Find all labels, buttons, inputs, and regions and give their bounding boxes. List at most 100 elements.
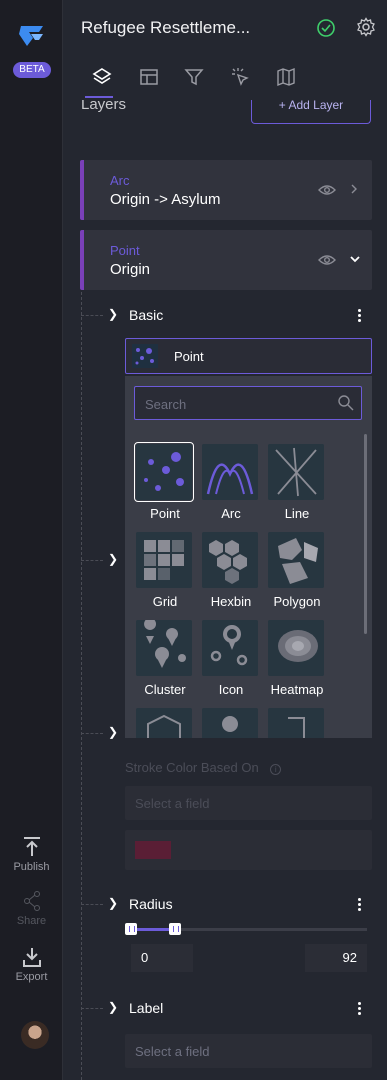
tile-label: Arc xyxy=(221,506,241,521)
radius-slider-min-handle[interactable] xyxy=(125,923,137,935)
more-options-icon[interactable] xyxy=(358,898,362,913)
layer-type-s2[interactable] xyxy=(264,704,330,738)
cluster-layer-icon xyxy=(136,620,192,676)
layer-type-search[interactable]: Search xyxy=(134,386,362,420)
tree-branch xyxy=(81,1008,103,1009)
chevron-right-icon[interactable]: ❯ xyxy=(108,552,118,566)
grid-layer-icon xyxy=(136,532,192,588)
layer-type-point[interactable]: Point xyxy=(132,440,198,522)
layer-type-polygon[interactable]: Polygon xyxy=(264,528,330,610)
filter-icon[interactable] xyxy=(183,66,205,88)
eye-icon[interactable] xyxy=(318,183,336,197)
stroke-color-field-select[interactable]: Select a field xyxy=(125,786,372,820)
h3-layer-icon xyxy=(136,708,192,738)
tile-label: Icon xyxy=(218,682,244,697)
tile-label: Point xyxy=(150,506,180,521)
more-options-icon[interactable] xyxy=(358,309,362,324)
panel-header: Refugee Resettleme... xyxy=(63,0,387,100)
filter-table-icon[interactable] xyxy=(138,66,160,88)
search-placeholder: Search xyxy=(145,397,187,412)
arc-layer-icon xyxy=(202,444,258,500)
eye-icon[interactable] xyxy=(318,253,336,267)
beta-badge: BETA xyxy=(13,62,51,78)
chevron-right-icon[interactable]: ❯ xyxy=(108,1000,118,1014)
basic-section-label[interactable]: Basic xyxy=(129,307,163,323)
layer-type-h3[interactable] xyxy=(132,704,198,738)
tile-label: Cluster xyxy=(144,682,186,697)
map-title[interactable]: Refugee Resettleme... xyxy=(81,18,250,38)
app-rail: BETA Publish Share Export xyxy=(0,0,63,1080)
tile-label: Heatmap xyxy=(270,682,324,697)
icon-layer-icon xyxy=(202,620,258,676)
tile-label: Polygon xyxy=(273,594,321,609)
layer-type-trip[interactable] xyxy=(198,704,264,738)
layer-type: Arc xyxy=(110,173,130,188)
radius-section-label[interactable]: Radius xyxy=(129,896,173,912)
chevron-right-icon[interactable]: ❯ xyxy=(108,725,118,739)
chevron-down-icon[interactable] xyxy=(348,252,362,266)
stroke-color-based-on-label: Stroke Color Based On i xyxy=(125,760,282,775)
download-icon xyxy=(22,948,41,967)
point-thumbnail-icon xyxy=(132,344,158,368)
layer-card-point[interactable]: Point Origin xyxy=(80,230,372,290)
line-layer-icon xyxy=(268,444,324,500)
side-panel: Refugee Resettleme... Layers + Add Layer… xyxy=(63,0,387,1080)
share-icon xyxy=(23,891,40,911)
publish-button[interactable]: Publish xyxy=(0,836,63,873)
layer-type-dropdown: Search Point Arc Line Grid Hexbin Polygo… xyxy=(125,376,372,738)
radius-min-input[interactable]: 0 xyxy=(131,944,193,972)
search-icon xyxy=(338,395,354,411)
layer-type-select[interactable]: Point xyxy=(125,338,372,374)
publish-label: Publish xyxy=(13,861,50,873)
point-layer-icon xyxy=(134,442,194,502)
layer-name: Origin xyxy=(110,261,151,278)
selected-layer-type: Point xyxy=(174,349,204,364)
radius-slider-max-handle[interactable] xyxy=(169,923,181,935)
gear-icon[interactable] xyxy=(356,17,376,37)
share-label: Share xyxy=(16,915,47,927)
label-field-select[interactable]: Select a field xyxy=(125,1034,372,1068)
layer-type-heatmap[interactable]: Heatmap xyxy=(264,616,330,698)
layer-type-arc[interactable]: Arc xyxy=(198,440,264,522)
label-section-label[interactable]: Label xyxy=(129,1000,163,1016)
tree-branch xyxy=(81,904,103,905)
tile-label: Hexbin xyxy=(210,594,252,609)
layer-card-arc[interactable]: Arc Origin -> Asylum xyxy=(80,160,372,220)
tree-branch xyxy=(81,560,103,561)
hexbin-layer-icon xyxy=(202,532,258,588)
layer-type: Point xyxy=(110,243,140,258)
upload-icon xyxy=(23,837,40,856)
dropdown-scrollbar[interactable] xyxy=(364,434,367,634)
layer-type-cluster[interactable]: Cluster xyxy=(132,616,198,698)
chevron-right-icon[interactable]: ❯ xyxy=(108,896,118,910)
tile-label: Grid xyxy=(152,594,178,609)
layer-name: Origin -> Asylum xyxy=(110,191,221,208)
select-placeholder: Select a field xyxy=(135,796,210,811)
layer-type-grid-tile[interactable]: Grid xyxy=(132,528,198,610)
heatmap-layer-icon xyxy=(268,620,324,676)
basemap-icon[interactable] xyxy=(275,66,297,88)
info-icon: i xyxy=(270,764,282,775)
trip-layer-icon xyxy=(202,708,258,738)
share-button[interactable]: Share xyxy=(0,890,63,927)
interactions-icon[interactable] xyxy=(229,66,251,88)
chevron-right-icon[interactable] xyxy=(348,182,360,196)
stroke-color-picker[interactable] xyxy=(125,830,372,870)
user-avatar[interactable] xyxy=(21,1021,49,1049)
add-layer-button[interactable]: + Add Layer xyxy=(251,98,371,124)
color-swatch xyxy=(135,841,171,859)
layer-type-icon[interactable]: Icon xyxy=(198,616,264,698)
layer-type-line[interactable]: Line xyxy=(264,440,330,522)
select-placeholder: Select a field xyxy=(135,1044,210,1059)
export-label: Export xyxy=(15,971,48,983)
radius-max-input[interactable]: 92 xyxy=(305,944,367,972)
export-button[interactable]: Export xyxy=(0,946,63,983)
chevron-right-icon[interactable]: ❯ xyxy=(108,307,118,321)
s2-layer-icon xyxy=(268,708,324,738)
layers-icon[interactable] xyxy=(91,66,113,88)
more-options-icon[interactable] xyxy=(358,1002,362,1017)
tree-connector xyxy=(81,292,82,1080)
layer-type-hexbin[interactable]: Hexbin xyxy=(198,528,264,610)
tile-label: Line xyxy=(284,506,310,521)
tree-branch xyxy=(81,315,103,316)
